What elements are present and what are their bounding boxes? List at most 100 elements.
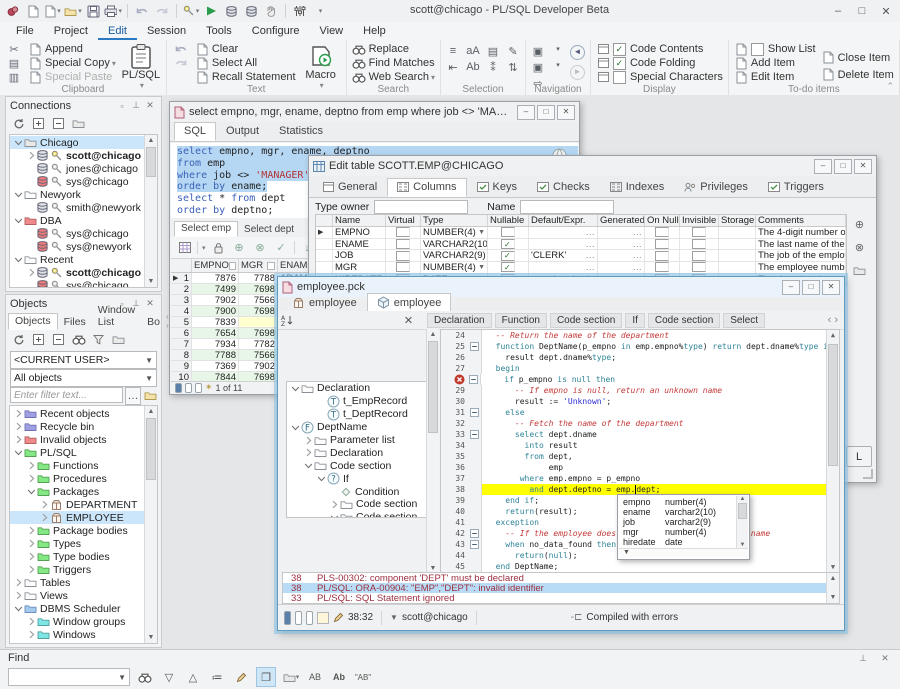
undo-icon[interactable] xyxy=(172,43,190,56)
expander-icon[interactable] xyxy=(25,643,37,644)
expander-icon[interactable] xyxy=(12,422,24,431)
logon-icon[interactable]: ▾ xyxy=(182,3,200,20)
tree-item[interactable]: scott@chicago xyxy=(10,266,145,279)
bookmark-goto-icon[interactable]: ▣ xyxy=(531,61,545,74)
column-header-comments[interactable]: Comments xyxy=(756,215,846,226)
column-header-defaultexpr[interactable]: Default/Expr. xyxy=(529,215,598,226)
column-header-empno[interactable]: EMPNO xyxy=(192,259,239,272)
tree-item[interactable]: Recycle bin xyxy=(10,420,145,433)
tree-item[interactable]: jones@chicago xyxy=(10,162,145,175)
bookmark-set-icon[interactable]: ▣ xyxy=(531,45,545,58)
print-icon[interactable]: ▾ xyxy=(104,3,122,20)
close-item-button[interactable]: Close Item xyxy=(821,49,894,66)
fold-icon[interactable] xyxy=(468,429,482,440)
checkbox[interactable] xyxy=(501,227,515,237)
code-contents-toggle[interactable]: ✓Code Contents xyxy=(596,42,723,56)
tree-item[interactable]: Window groups xyxy=(10,615,145,628)
copy-icon[interactable]: ▤ xyxy=(5,57,23,70)
column-header-type[interactable]: Type xyxy=(421,215,488,226)
dialog-tab-general[interactable]: General xyxy=(313,178,387,197)
sql-window-titlebar[interactable]: select empno, mgr, ename, deptno from em… xyxy=(170,102,579,122)
breadcrumb-item[interactable]: Code section xyxy=(648,313,720,328)
expander-icon[interactable] xyxy=(289,384,301,393)
tree-item[interactable]: Functions xyxy=(10,459,145,472)
quoted-icon[interactable]: "AB" xyxy=(354,668,372,686)
tab-files[interactable]: Files xyxy=(58,315,92,330)
code-folding-toggle[interactable]: ✓Code Folding xyxy=(596,56,723,70)
paste-icon[interactable]: ▥ xyxy=(5,71,23,84)
redo-icon[interactable] xyxy=(153,3,171,20)
checkbox[interactable]: ✓ xyxy=(613,57,626,70)
dialog-tab-triggers[interactable]: Triggers xyxy=(758,178,834,197)
checkbox[interactable] xyxy=(692,251,706,261)
close-icon[interactable]: ✕ xyxy=(878,653,892,664)
expander-icon[interactable] xyxy=(25,487,37,496)
scrollbar[interactable]: ▲▼ xyxy=(826,573,839,603)
checkbox[interactable]: ✓ xyxy=(501,251,515,261)
selection-tool-icon[interactable]: ≡ xyxy=(446,45,460,58)
tab-statistics[interactable]: Statistics xyxy=(269,122,333,141)
checkbox[interactable] xyxy=(613,71,626,84)
result-tab-select-dept[interactable]: Select dept xyxy=(238,223,300,237)
menu-tools[interactable]: Tools xyxy=(196,24,242,40)
pin-icon[interactable]: ⊥ xyxy=(129,100,143,111)
maximize-icon[interactable]: □ xyxy=(834,159,852,174)
add-record-icon[interactable]: ⊕ xyxy=(231,240,248,256)
expander-icon[interactable] xyxy=(302,461,314,470)
expander-icon[interactable] xyxy=(12,604,24,613)
result-tab-select-emp[interactable]: Select emp xyxy=(174,221,238,237)
breadcrumb-item[interactable]: Declaration xyxy=(427,313,492,328)
folder-scope-icon[interactable]: ▾ xyxy=(282,668,300,686)
autocomplete-item[interactable]: empnonumber(4) xyxy=(619,497,737,507)
scrollbar[interactable]: ▲▼ xyxy=(826,330,839,573)
filter-folder-icon[interactable] xyxy=(143,387,157,403)
column-header-mgr[interactable]: MGR xyxy=(239,259,278,272)
menu-edit[interactable]: Edit xyxy=(98,24,137,40)
scrollbar[interactable]: ▲ ▼ xyxy=(736,496,748,548)
tree-item[interactable]: Tt_EmpRecord xyxy=(287,395,431,408)
scrollbar[interactable]: ▲▼ xyxy=(144,135,157,287)
add-row-icon[interactable]: ⊕ xyxy=(851,216,868,233)
expand-icon[interactable] xyxy=(30,332,47,348)
tree-item[interactable]: sys@chicago xyxy=(10,279,145,288)
menu-view[interactable]: View xyxy=(309,24,353,40)
delete-record-icon[interactable]: ⊗ xyxy=(252,240,269,256)
checkbox[interactable] xyxy=(396,251,410,261)
expander-icon[interactable] xyxy=(25,565,37,574)
new-document-icon[interactable] xyxy=(24,3,42,20)
replace-button[interactable]: Replace xyxy=(352,42,435,56)
tree-item[interactable]: Package bodies xyxy=(10,524,145,537)
tree-item[interactable]: sys@newyork xyxy=(10,240,145,253)
expander-icon[interactable] xyxy=(315,474,327,483)
tree-item[interactable]: Views xyxy=(10,589,145,602)
maximize-button[interactable]: □ xyxy=(850,0,874,22)
close-icon[interactable]: ✕ xyxy=(143,100,157,111)
dialog-tab-columns[interactable]: Columns xyxy=(387,178,466,197)
match-case-icon[interactable]: AB xyxy=(306,668,324,686)
checkbox[interactable] xyxy=(655,251,669,261)
open-icon[interactable]: ▾ xyxy=(64,3,82,20)
selection-tool-icon[interactable]: Ab xyxy=(466,61,480,74)
checkbox[interactable] xyxy=(692,239,706,249)
fold-icon[interactable] xyxy=(467,374,481,385)
checkbox[interactable] xyxy=(692,227,706,237)
tree-item[interactable]: Tt_DeptRecord xyxy=(287,408,431,421)
tree-item[interactable]: Type bodies xyxy=(10,550,145,563)
error-row[interactable]: 38PL/SQL: ORA-00904: "EMP","DEPT": inval… xyxy=(283,583,839,593)
expander-icon[interactable] xyxy=(12,591,24,600)
expander-icon[interactable] xyxy=(25,151,37,160)
tab-output[interactable]: Output xyxy=(216,122,269,141)
qat-menu-icon[interactable]: ▾ xyxy=(311,3,329,20)
dialog-tab-checks[interactable]: Checks xyxy=(527,178,600,197)
whole-word-icon[interactable]: Ab xyxy=(330,668,348,686)
tree-item[interactable]: Parameter list xyxy=(287,434,431,447)
expander-icon[interactable] xyxy=(25,268,37,277)
expander-icon[interactable] xyxy=(12,216,24,225)
expander-icon[interactable] xyxy=(25,461,37,470)
tree-item[interactable]: DBMS Scheduler xyxy=(10,602,145,615)
break-icon[interactable] xyxy=(262,3,280,20)
tree-item[interactable]: DBA xyxy=(10,214,145,227)
autocomplete-item[interactable]: jobvarchar2(9) xyxy=(619,517,737,527)
partial-button[interactable]: L xyxy=(846,446,872,467)
column-header-invisible[interactable]: Invisible xyxy=(680,215,719,226)
